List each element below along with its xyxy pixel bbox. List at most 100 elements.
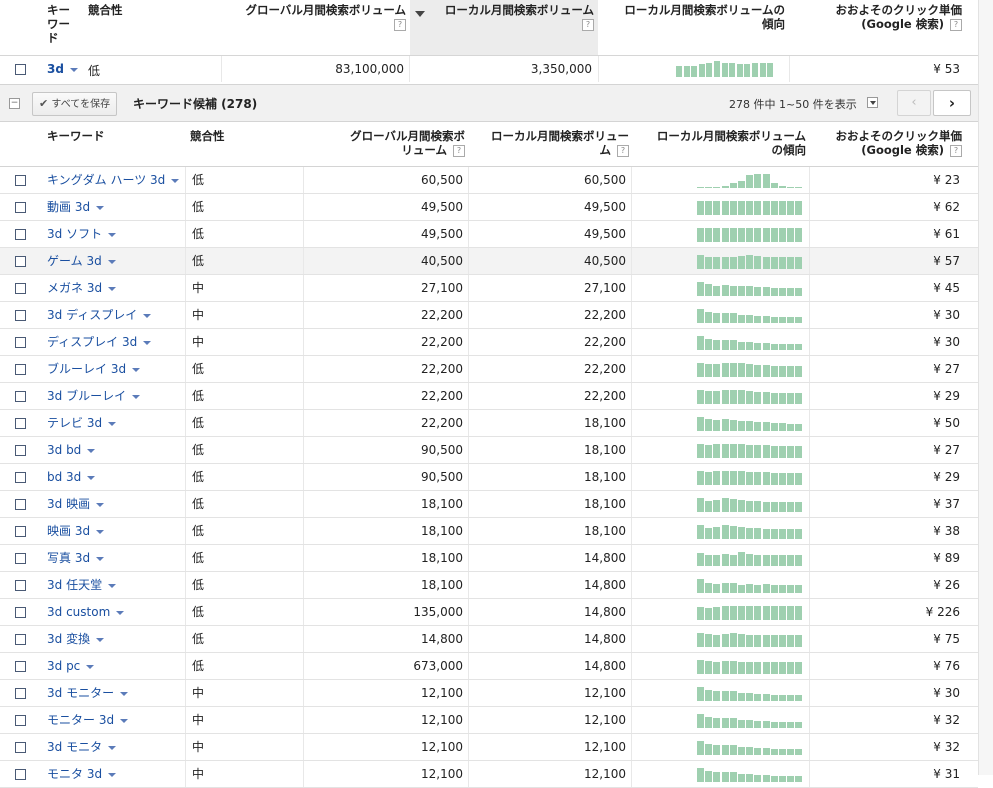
keyword-link[interactable]: 3d ディスプレイ xyxy=(47,302,152,328)
vertical-scrollbar[interactable] xyxy=(978,0,993,775)
dropdown-arrow-icon[interactable] xyxy=(132,394,141,399)
trend-bar xyxy=(754,748,762,755)
row-checkbox[interactable] xyxy=(15,526,26,537)
keyword-link[interactable]: 3d 映画 xyxy=(47,491,105,517)
searched-keyword-link[interactable]: 3d xyxy=(47,62,78,76)
dropdown-arrow-icon[interactable] xyxy=(108,745,117,750)
keyword-link[interactable]: ディスプレイ 3d xyxy=(47,329,152,355)
dropdown-arrow-icon[interactable] xyxy=(143,340,152,345)
help-icon[interactable]: ? xyxy=(453,144,465,157)
keyword-link[interactable]: モニター 3d xyxy=(47,707,129,733)
row-checkbox[interactable] xyxy=(15,256,26,267)
top-header-cpc[interactable]: おおよそのクリック単価 (Google 検索) ? xyxy=(792,3,962,31)
dropdown-arrow-icon[interactable] xyxy=(87,475,96,480)
row-checkbox[interactable] xyxy=(15,310,26,321)
trend-bar xyxy=(779,776,786,782)
keyword-link[interactable]: 写真 3d xyxy=(47,545,105,571)
help-icon[interactable]: ? xyxy=(950,18,962,31)
row-checkbox[interactable] xyxy=(15,634,26,645)
row-checkbox[interactable] xyxy=(15,418,26,429)
global-volume-value: 18,100 xyxy=(421,524,463,538)
help-icon[interactable]: ? xyxy=(394,18,406,31)
top-header-global-volume[interactable]: グローバル月間検索ボリューム ? xyxy=(222,3,406,31)
top-header-trend[interactable]: ローカル月間検索ボリュームの 傾向 xyxy=(600,3,785,31)
dropdown-arrow-icon[interactable] xyxy=(86,664,95,669)
keyword-link[interactable]: メガネ 3d xyxy=(47,275,117,301)
keyword-link[interactable]: 3d 変換 xyxy=(47,626,105,652)
header-keyword[interactable]: キーワード xyxy=(47,129,105,143)
dropdown-arrow-icon[interactable] xyxy=(108,421,117,426)
dropdown-arrow-icon[interactable] xyxy=(108,232,117,237)
help-icon[interactable]: ? xyxy=(950,144,962,157)
dropdown-arrow-icon[interactable] xyxy=(96,637,105,642)
keyword-link[interactable]: 3d モニタ xyxy=(47,734,117,760)
row-checkbox[interactable] xyxy=(15,337,26,348)
competition-value: 低 xyxy=(192,524,205,538)
next-page-button[interactable]: › xyxy=(933,90,971,116)
row-checkbox[interactable] xyxy=(15,175,26,186)
keyword-link[interactable]: ゲーム 3d xyxy=(47,248,116,274)
row-checkbox[interactable] xyxy=(15,202,26,213)
dropdown-arrow-icon[interactable] xyxy=(108,286,117,291)
keyword-link[interactable]: 3d pc xyxy=(47,653,95,679)
row-checkbox[interactable] xyxy=(15,391,26,402)
dropdown-arrow-icon[interactable] xyxy=(143,313,152,318)
help-icon[interactable]: ? xyxy=(617,144,629,157)
keyword-link[interactable]: ブルーレイ 3d xyxy=(47,356,141,382)
row-checkbox[interactable] xyxy=(15,742,26,753)
dropdown-arrow-icon[interactable] xyxy=(96,205,105,210)
dropdown-arrow-icon[interactable] xyxy=(96,556,105,561)
dropdown-arrow-icon[interactable] xyxy=(171,178,180,183)
dropdown-arrow-icon[interactable] xyxy=(96,529,105,534)
keyword-link[interactable]: 3d custom xyxy=(47,599,125,625)
dropdown-arrow-icon[interactable] xyxy=(120,691,129,696)
row-checkbox[interactable] xyxy=(15,364,26,375)
top-header-keyword[interactable]: キー ワー ド xyxy=(47,3,87,45)
save-all-button[interactable]: ✔ すべてを保存 xyxy=(32,92,118,116)
trend-bar xyxy=(795,201,803,215)
keyword-link[interactable]: 3d ソフト xyxy=(47,221,117,247)
keyword-link[interactable]: モニタ 3d xyxy=(47,761,117,787)
row-checkbox[interactable] xyxy=(15,715,26,726)
header-local-volume[interactable]: ローカル月間検索ボリュー ム ? xyxy=(470,129,629,157)
help-icon[interactable]: ? xyxy=(582,18,594,31)
dropdown-arrow-icon[interactable] xyxy=(87,448,96,453)
row-checkbox[interactable] xyxy=(15,229,26,240)
col-divider xyxy=(185,194,186,220)
keyword-link[interactable]: テレビ 3d xyxy=(47,410,117,436)
keyword-link[interactable]: 3d ブルーレイ xyxy=(47,383,141,409)
keyword-link[interactable]: 3d 任天堂 xyxy=(47,572,117,598)
dropdown-arrow-icon[interactable] xyxy=(120,718,129,723)
row-checkbox[interactable] xyxy=(15,445,26,456)
row-checkbox[interactable] xyxy=(15,472,26,483)
header-cpc[interactable]: おおよそのクリック単価 (Google 検索) ? xyxy=(812,129,962,157)
row-checkbox[interactable] xyxy=(15,580,26,591)
keyword-link[interactable]: 動画 3d xyxy=(47,194,105,220)
row-checkbox[interactable] xyxy=(15,688,26,699)
row-checkbox[interactable] xyxy=(15,661,26,672)
row-checkbox[interactable] xyxy=(15,607,26,618)
keyword-link[interactable]: キングダム ハーツ 3d xyxy=(47,167,180,193)
top-header-competition[interactable]: 競合性 xyxy=(88,3,123,17)
top-header-local-volume[interactable]: ローカル月間検索ボリューム ? xyxy=(428,3,594,31)
collapse-icon[interactable]: − xyxy=(9,98,20,109)
dropdown-arrow-icon[interactable] xyxy=(132,367,141,372)
prev-page-button[interactable]: ‹ xyxy=(897,90,931,116)
header-competition[interactable]: 競合性 xyxy=(190,129,225,143)
header-global-volume[interactable]: グローバル月間検索ボ リューム ? xyxy=(310,129,465,157)
row-checkbox[interactable] xyxy=(15,553,26,564)
header-trend[interactable]: ローカル月間検索ボリューム の傾向 xyxy=(636,129,806,157)
page-size-dropdown[interactable] xyxy=(867,97,878,108)
keyword-link[interactable]: bd 3d xyxy=(47,464,96,490)
keyword-link[interactable]: 3d bd xyxy=(47,437,96,463)
dropdown-arrow-icon[interactable] xyxy=(96,502,105,507)
dropdown-arrow-icon[interactable] xyxy=(107,259,116,264)
keyword-link[interactable]: 3d モニター xyxy=(47,680,129,706)
dropdown-arrow-icon[interactable] xyxy=(108,583,117,588)
row-checkbox[interactable] xyxy=(15,499,26,510)
row-checkbox[interactable] xyxy=(15,283,26,294)
dropdown-arrow-icon[interactable] xyxy=(69,67,78,72)
dropdown-arrow-icon[interactable] xyxy=(116,610,125,615)
row-checkbox[interactable] xyxy=(15,64,26,75)
keyword-link[interactable]: 映画 3d xyxy=(47,518,105,544)
